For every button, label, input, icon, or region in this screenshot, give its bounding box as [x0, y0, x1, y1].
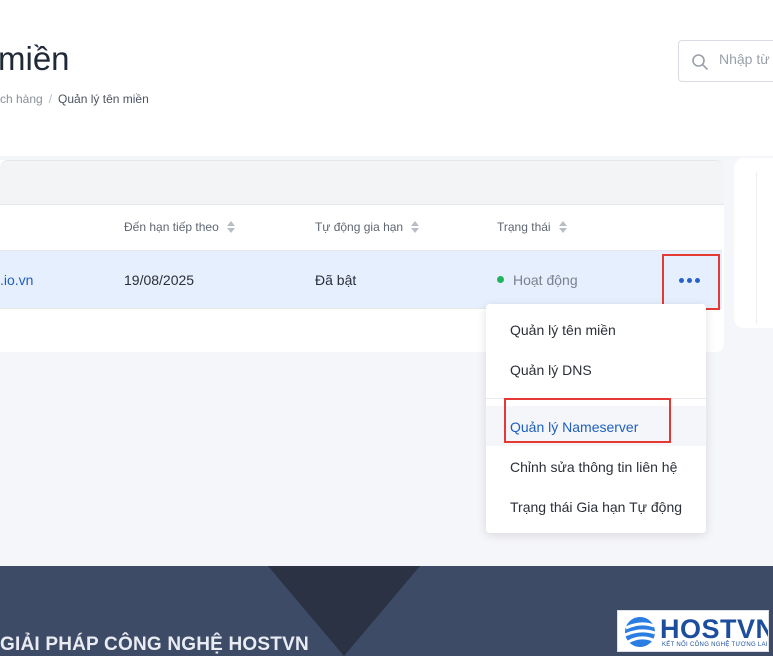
column-header-label: Đến hạn tiếp theo	[124, 220, 219, 234]
due-date-cell: 19/08/2025	[124, 272, 195, 288]
sort-icon[interactable]	[411, 221, 420, 233]
sort-icon[interactable]	[558, 221, 567, 233]
search-box[interactable]	[678, 40, 773, 82]
hostvn-logo: HOSTVN KẾT NỐI CÔNG NGHỆ TƯƠNG LAI	[617, 610, 769, 652]
search-input[interactable]	[719, 51, 773, 67]
breadcrumb: ch hàng / Quản lý tên miền	[0, 92, 149, 106]
side-panel	[734, 158, 773, 328]
logo-brand: HOSTVN	[660, 614, 769, 644]
breadcrumb-separator: /	[48, 92, 53, 106]
menu-item-manage-dns[interactable]: Quản lý DNS	[510, 362, 592, 378]
breadcrumb-current: Quản lý tên miền	[58, 92, 149, 106]
logo-tagline: KẾT NỐI CÔNG NGHỆ TƯƠNG LAI	[662, 642, 768, 648]
menu-item-manage-nameserver[interactable]: Quản lý Nameserver	[510, 419, 638, 435]
breadcrumb-parent[interactable]: ch hàng	[0, 92, 43, 106]
column-header-due[interactable]: Đến hạn tiếp theo	[124, 220, 235, 234]
page-header: miền ch hàng / Quản lý tên miền	[0, 0, 773, 156]
globe-icon	[622, 615, 658, 651]
search-icon	[691, 53, 709, 76]
ellipsis-icon	[679, 278, 700, 283]
side-panel-inner	[756, 172, 773, 324]
column-header-label: Tự động gia hạn	[315, 220, 404, 234]
actions-menu: Quản lý tên miền Quản lý DNS Quản lý Nam…	[486, 304, 706, 533]
table-toolbar	[0, 160, 724, 205]
table-row[interactable]	[0, 251, 722, 309]
footer-title: GIẢI PHÁP CÔNG NGHỆ HOSTVN	[0, 634, 309, 655]
status-cell: Hoạt động	[513, 272, 578, 288]
sort-icon[interactable]	[226, 221, 235, 233]
more-actions-button[interactable]	[662, 254, 720, 310]
auto-renew-cell: Đã bật	[315, 272, 357, 288]
menu-divider	[486, 398, 706, 399]
status-dot-icon	[497, 276, 504, 283]
column-header-status[interactable]: Trạng thái	[497, 220, 567, 234]
menu-item-edit-contact[interactable]: Chỉnh sửa thông tin liên hệ	[510, 459, 677, 475]
domain-link[interactable]: .io.vn	[0, 272, 33, 288]
page-title: miền	[0, 40, 70, 77]
column-header-auto-renew[interactable]: Tự động gia hạn	[315, 220, 420, 234]
menu-item-manage-domain[interactable]: Quản lý tên miền	[510, 322, 616, 338]
column-header-label: Trạng thái	[497, 220, 551, 234]
menu-item-auto-renew-status[interactable]: Trạng thái Gia hạn Tự động	[510, 499, 682, 515]
